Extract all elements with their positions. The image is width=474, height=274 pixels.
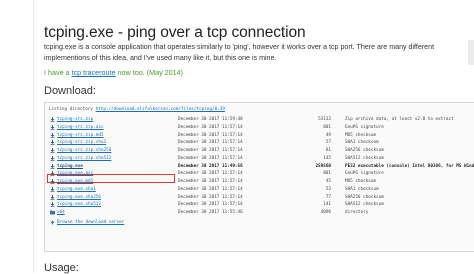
listing-dir-label: Listing directory	[49, 107, 96, 112]
download-arrow-icon	[50, 155, 55, 161]
file-row: tcping.exe.sha512 December 30 2017 11:57:…	[45, 201, 474, 209]
directory-listing: Listing directory http://download.eliful…	[44, 102, 474, 252]
file-row: Browse the download server	[45, 219, 474, 227]
download-arrow-icon	[50, 202, 55, 208]
file-type: GnuPG signature	[345, 124, 384, 130]
file-size: 141	[323, 202, 331, 208]
file-name[interactable]: tcping.exe.sha1	[57, 187, 96, 192]
file-row: tcping.exe December 30 2017 11:49:56 25956…	[45, 163, 474, 171]
file-name[interactable]: x64	[57, 210, 65, 215]
file-date: December 30 2017 11:59:48	[178, 117, 243, 122]
download-arrow-icon	[50, 132, 55, 138]
file-size: 801	[323, 171, 331, 177]
file-type: MD5 checksum	[345, 179, 377, 184]
listing-directory: Listing directory http://download.eliful…	[49, 107, 225, 112]
download-arrow-icon	[50, 186, 55, 192]
file-size: 53	[325, 186, 331, 192]
file-type: directory	[345, 210, 369, 215]
arrow-up-icon	[50, 220, 55, 225]
file-name[interactable]: tcping-src.zip.sha512	[57, 156, 111, 161]
page-description: tcping.exe is a console application that…	[44, 43, 435, 62]
download-arrow-icon	[50, 163, 55, 169]
divider	[33, 0, 34, 273]
listing-dir-link[interactable]: http://download.elifulkerson.com/files/t…	[96, 107, 225, 112]
download-arrow-icon	[50, 117, 55, 122]
file-date: December 30 2017 11:55:46	[178, 210, 243, 215]
file-type: Zip archive data, at least v2.0 to extra…	[345, 117, 454, 122]
download-arrow-icon	[50, 148, 55, 153]
file-size: 45	[325, 179, 331, 184]
file-row: tcping-src.zip.sha256 December 30 2017 11…	[45, 147, 474, 155]
page-title: tcping.exe - ping over a tcp connection	[44, 24, 306, 41]
file-row: tcping.exe.sha1 December 30 2017 11:57:14…	[45, 186, 474, 194]
file-size: 57	[325, 140, 331, 146]
file-row: tcping-src.zip.md5 December 30 2017 11:57…	[45, 132, 474, 140]
file-date: December 30 2017 11:57:14	[178, 186, 243, 192]
file-name[interactable]: Browse the download server	[57, 220, 124, 225]
file-date: December 30 2017 11:57:14	[178, 155, 243, 161]
file-type: SHA256 checksum	[345, 148, 384, 153]
file-size: 4096	[320, 210, 331, 215]
file-name[interactable]: tcping-src.zip.md5	[57, 133, 104, 138]
download-arrow-icon	[50, 140, 55, 146]
traceroute-suffix: now too. (May 2014)	[115, 68, 184, 77]
file-name[interactable]: tcping-src.zip.asc	[57, 125, 104, 130]
file-date: December 30 2017 11:57:14	[178, 202, 243, 208]
file-date: December 30 2017 11:57:14	[178, 171, 243, 177]
file-name[interactable]: tcping.exe.sha256	[57, 195, 101, 200]
traceroute-note: I have a tcp traceroute now too. (May 20…	[44, 68, 183, 77]
file-size: 81	[325, 148, 331, 153]
file-date: December 30 2017 11:57:14	[178, 179, 243, 184]
file-name[interactable]: tcping-src.zip.sha1	[57, 140, 106, 145]
page: tcping.exe - ping over a tcp connection …	[33, 0, 474, 274]
file-date: December 30 2017 11:57:14	[178, 140, 243, 146]
file-name[interactable]: tcping.exe.sha512	[57, 202, 101, 207]
file-type: SHA512 checksum	[345, 155, 384, 161]
file-row: tcping-src.zip.sha1 December 30 2017 11:5…	[45, 139, 474, 147]
file-row: tcping.exe.sha256 December 30 2017 11:57:…	[45, 194, 474, 202]
file-row: x64 December 30 2017 11:55:46 4096 director…	[45, 209, 474, 217]
file-size: 77	[325, 194, 331, 200]
file-size: 49	[325, 132, 331, 138]
highlight-box	[47, 173, 175, 183]
file-row: tcping-src.zip.sha512 December 30 2017 11…	[45, 155, 474, 163]
file-size: 145	[323, 155, 331, 161]
traceroute-prefix: I have a	[44, 68, 72, 77]
download-arrow-icon	[50, 124, 55, 130]
file-row: tcping-src.zip December 30 2017 11:59:48 5…	[45, 116, 474, 124]
file-date: December 30 2017 11:57:14	[178, 194, 243, 200]
file-size: 801	[323, 124, 331, 130]
file-date: December 30 2017 11:57:14	[178, 148, 243, 153]
folder-icon	[50, 210, 55, 215]
file-date: December 30 2017 11:57:14	[178, 132, 243, 138]
file-name[interactable]: tcping-src.zip.sha256	[57, 148, 111, 153]
file-name[interactable]: tcping-src.zip	[57, 117, 93, 122]
file-row: tcping-src.zip.asc December 30 2017 11:57…	[45, 124, 474, 132]
file-date: December 30 2017 11:49:56	[178, 163, 243, 169]
file-type: PE32 executable (console) Intel 80386, f…	[345, 163, 474, 169]
scrollbar[interactable]	[468, 40, 474, 65]
file-size: 259560	[315, 163, 331, 169]
usage-heading: Usage:	[44, 262, 79, 274]
file-size: 53133	[318, 117, 331, 122]
file-type: SHA512 checksum	[345, 202, 384, 208]
download-heading: Download:	[44, 85, 96, 97]
file-type: MD5 checksum	[345, 132, 377, 138]
file-type: SHA256 checksum	[345, 194, 384, 200]
file-type: SHA1 checksum	[345, 186, 379, 192]
tcp-traceroute-link[interactable]: tcp traceroute	[72, 68, 116, 77]
file-name[interactable]: tcping.exe	[57, 164, 83, 169]
file-type: GnuPG signature	[345, 171, 384, 177]
file-date: December 30 2017 11:57:14	[178, 124, 243, 130]
download-arrow-icon	[50, 194, 55, 200]
file-type: SHA1 checksum	[345, 140, 379, 146]
